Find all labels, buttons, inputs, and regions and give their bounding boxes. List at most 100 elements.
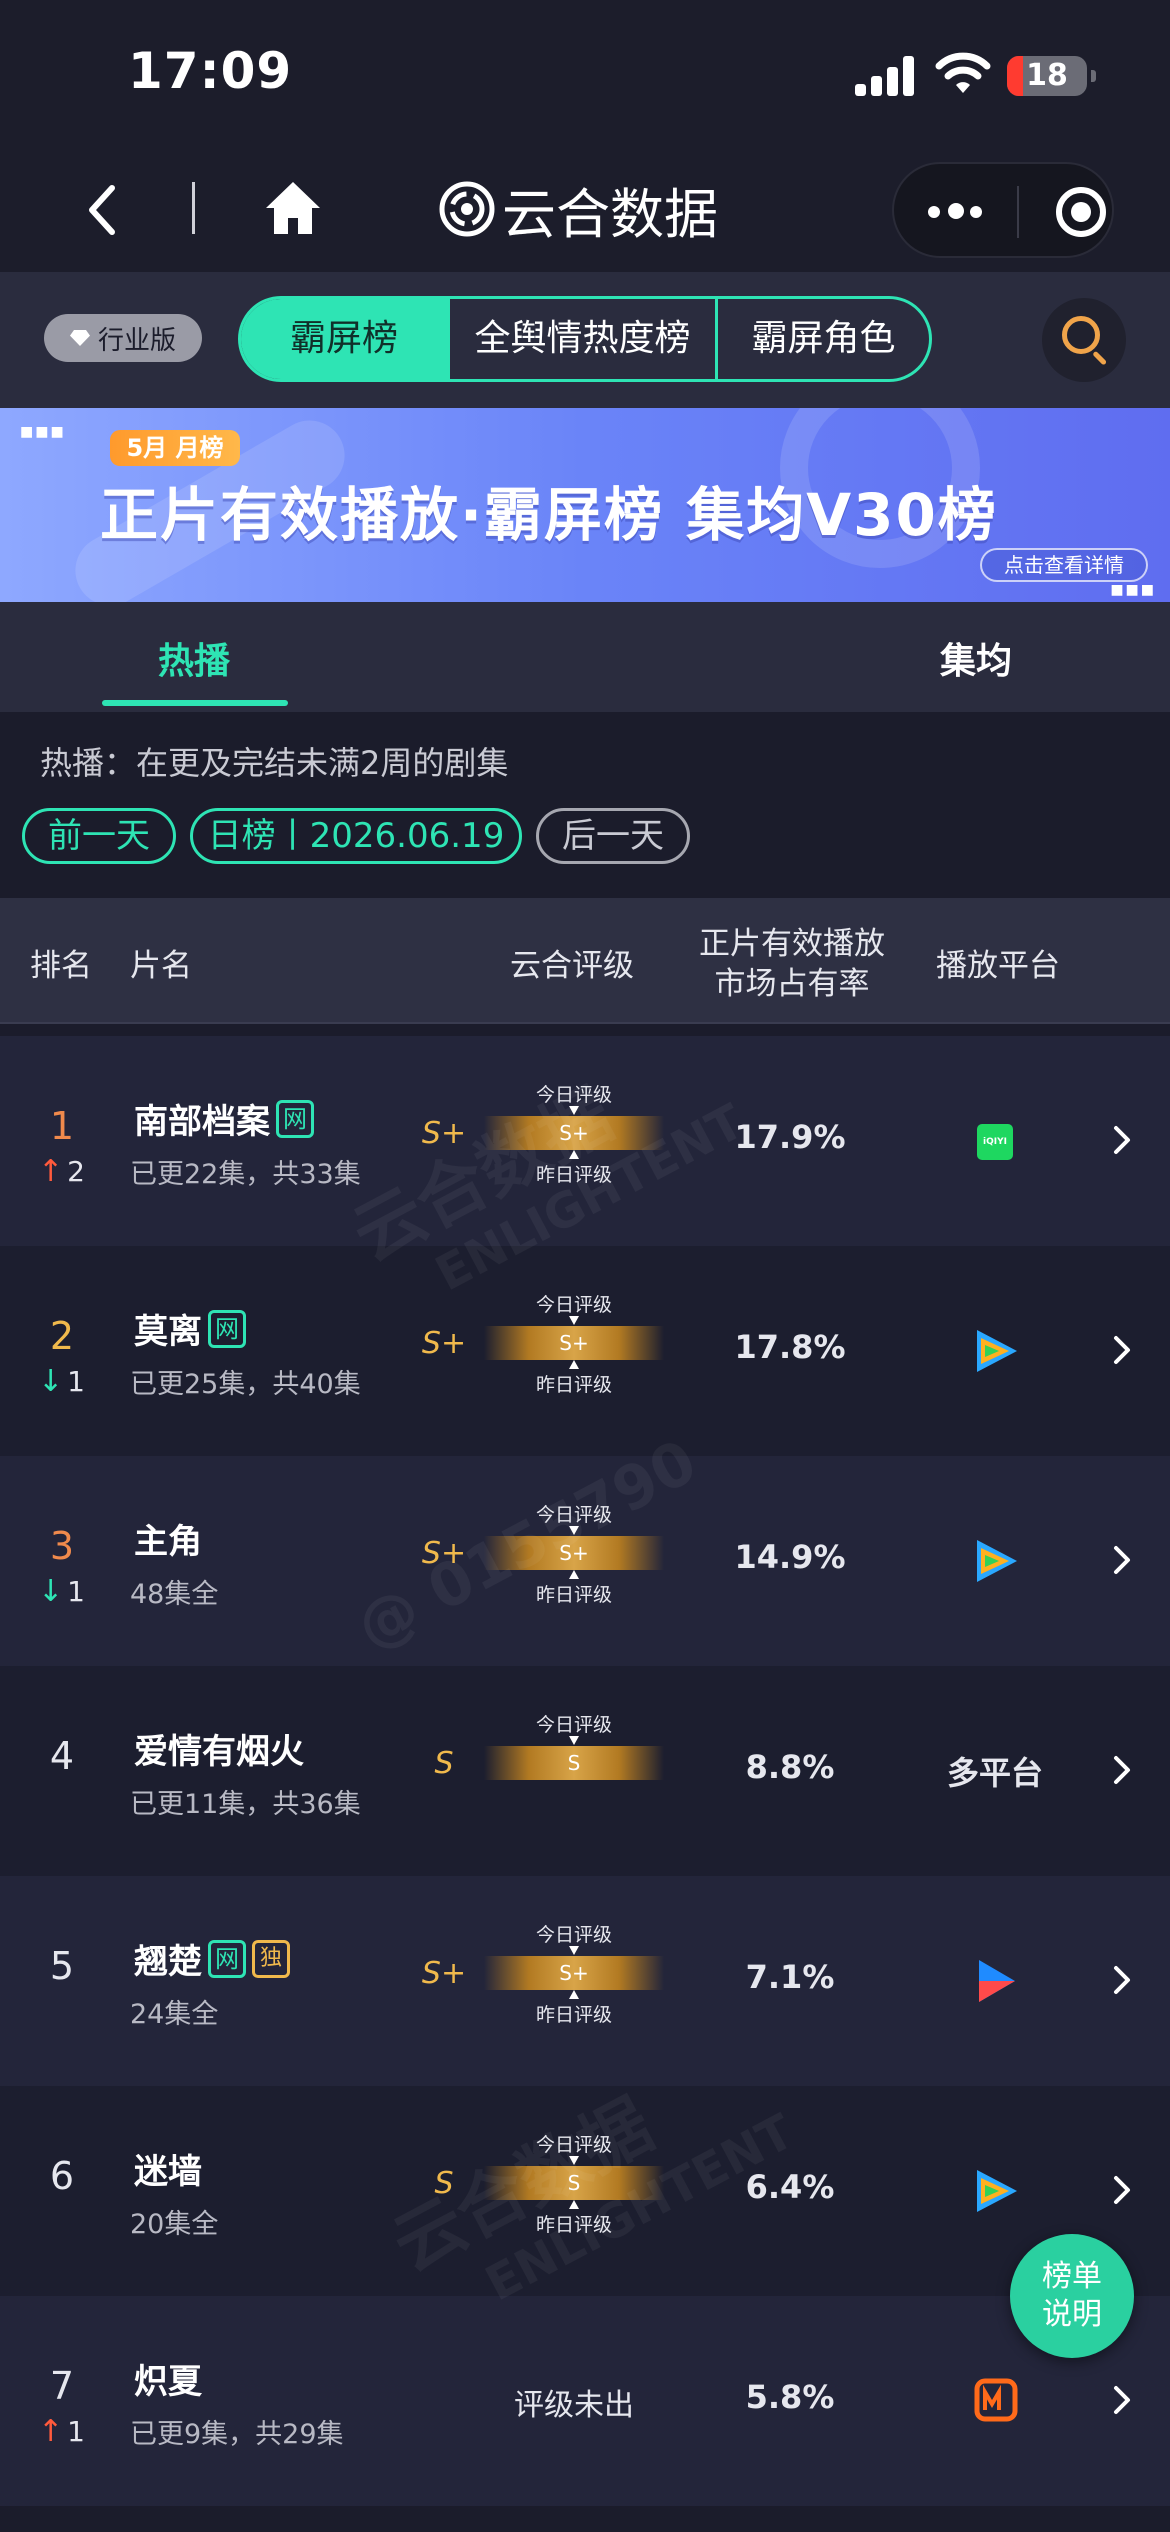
- arrow-up-icon: ↑: [38, 1154, 64, 1189]
- table-row[interactable]: 4 爱情有烟火 已更11集，共36集 S 今日评级 S 8.8% 多平台: [0, 1666, 1170, 1876]
- market-share: 8.8%: [745, 1748, 835, 1786]
- active-tab-indicator: [102, 700, 288, 706]
- grade-bar-value: S: [567, 2171, 581, 2195]
- today-grade-label: 今日评级: [535, 1504, 612, 1526]
- rank-number: 6: [49, 2154, 75, 2198]
- chevron-right-icon[interactable]: [1108, 1328, 1136, 1372]
- table-row[interactable]: 1 ↑ 2 南部档案网已更22集，共33集 S+ 今日评级 S+ 昨日评级 17.9% i…: [0, 1036, 1170, 1246]
- grade-bar-value: S+: [559, 1541, 589, 1565]
- platform-logo: [955, 1526, 1035, 1596]
- header-name: 片名: [130, 948, 192, 984]
- header-grade: 云合评级: [510, 948, 634, 984]
- drama-title: 主角: [134, 1514, 202, 1563]
- yunhe-logo-icon: [439, 181, 495, 237]
- drama-title: 南部档案网: [134, 1094, 314, 1143]
- tencent-video-icon: [977, 2170, 1017, 2212]
- table-row[interactable]: 2 ↓ 1 莫离网已更25集，共40集 S+ 今日评级 S+ 昨日评级 17.8%: [0, 1246, 1170, 1456]
- market-share: 5.8%: [745, 2378, 835, 2416]
- chevron-right-icon[interactable]: [1108, 1748, 1136, 1792]
- sub-tabs: 热播 集均: [0, 602, 1170, 712]
- arrow-up-icon: ↑: [38, 2414, 64, 2449]
- grade-value: S+: [421, 1536, 467, 1571]
- rank-change-value: 2: [67, 1155, 85, 1188]
- rank-change: ↓ 1: [38, 1364, 85, 1399]
- drama-title: 迷墙: [134, 2144, 202, 2193]
- rank-change: ↑ 1: [38, 2414, 85, 2449]
- edition-label: 行业版: [97, 325, 176, 356]
- platform-logo: [955, 2156, 1035, 2226]
- grade-bar: 今日评级 S+ 昨日评级: [484, 1500, 664, 1620]
- tab-episode-average[interactable]: 集均: [940, 632, 1012, 684]
- nav-divider: [192, 182, 195, 234]
- exclusive-badge: 独: [252, 1939, 290, 1978]
- filter-bar: 行业版 霸屏榜 全舆情热度榜 霸屏角色: [0, 272, 1170, 408]
- grade-bar: 今日评级 S+ 昨日评级: [484, 1920, 664, 2040]
- platform-logo: iQIYI: [955, 1106, 1035, 1176]
- promo-banner[interactable]: ■■■ 5月 月榜 正片有效播放·霸屏榜 集均V30榜 点击查看详情 ■■■: [0, 408, 1170, 602]
- rank-change-value: 1: [67, 1365, 85, 1398]
- tencent-video-icon: [977, 1330, 1017, 1372]
- chevron-right-icon[interactable]: [1108, 1538, 1136, 1582]
- today-grade-label: 今日评级: [535, 1084, 612, 1106]
- industry-edition-badge[interactable]: 行业版: [44, 314, 202, 362]
- chevron-right-icon[interactable]: [1108, 1118, 1136, 1162]
- ranking-type-tabs: 霸屏榜 全舆情热度榜 霸屏角色: [238, 296, 932, 382]
- tab-dominate-role[interactable]: 霸屏角色: [715, 299, 929, 379]
- close-miniprogram-icon[interactable]: [1056, 187, 1106, 237]
- tab-dominate-screen[interactable]: 霸屏榜: [241, 299, 447, 379]
- search-button[interactable]: [1042, 298, 1126, 382]
- table-row[interactable]: 5 翘楚网独 24集全 S+ 今日评级 S+ 昨日评级 7.1%: [0, 1876, 1170, 2086]
- grade-value: S+: [421, 1326, 467, 1361]
- drama-name: 爱情有烟火: [134, 1732, 304, 1772]
- market-share: 7.1%: [745, 1958, 835, 1996]
- today-grade-label: 今日评级: [535, 1714, 612, 1736]
- rank-number: 7: [49, 2364, 75, 2408]
- app-title: 云合数据: [502, 182, 718, 246]
- banner-detail-button[interactable]: 点击查看详情: [980, 548, 1148, 582]
- episode-status: 已更9集，共29集: [130, 2419, 344, 2450]
- drama-name: 主角: [134, 1522, 202, 1562]
- next-day-button[interactable]: 后一天: [536, 808, 690, 864]
- chevron-right-icon[interactable]: [1108, 2378, 1136, 2422]
- iqiyi-icon: iQIYI: [977, 1124, 1013, 1160]
- header-platform: 播放平台: [936, 948, 1060, 984]
- list-explanation-button[interactable]: 榜单 说明: [1010, 2234, 1134, 2358]
- chevron-right-icon[interactable]: [1108, 2168, 1136, 2212]
- prev-day-button[interactable]: 前一天: [22, 808, 176, 864]
- rank-change: ↑ 2: [38, 1154, 85, 1189]
- table-row[interactable]: 3 ↓ 1 主角 48集全 S+ 今日评级 S+ 昨日评级 14.9%: [0, 1456, 1170, 1666]
- platform-logo: [955, 1946, 1035, 2016]
- banner-tag: 5月 月榜: [110, 430, 240, 466]
- date-selector[interactable]: 日榜丨2026.06.19: [190, 808, 522, 864]
- youku-icon: [979, 1960, 1015, 2002]
- banner-title: 正片有效播放·霸屏榜 集均V30榜: [100, 481, 998, 549]
- diamond-icon: [69, 330, 90, 346]
- table-row[interactable]: 7 ↑ 1 炽夏 已更9集，共29集 评级未出 5.8%: [0, 2296, 1170, 2506]
- episode-status: 已更25集，共40集: [130, 1369, 361, 1400]
- fab-line2: 说明: [1042, 2297, 1102, 2332]
- battery-icon: 18: [1007, 56, 1096, 96]
- grade-value: S: [434, 1746, 454, 1781]
- mini-program-capsule: [892, 162, 1114, 258]
- tencent-video-icon: [977, 1540, 1017, 1582]
- drama-name: 迷墙: [134, 2152, 202, 2192]
- market-share: 6.4%: [745, 2168, 835, 2206]
- drama-name: 莫离: [134, 1312, 202, 1352]
- rank-number: 4: [49, 1734, 75, 1778]
- tab-public-opinion[interactable]: 全舆情热度榜: [447, 299, 715, 379]
- episode-status: 已更11集，共36集: [130, 1789, 361, 1820]
- yesterday-grade-label: 昨日评级: [535, 2004, 612, 2026]
- more-icon[interactable]: [928, 202, 988, 222]
- chevron-right-icon[interactable]: [1108, 1958, 1136, 2002]
- market-share: 17.9%: [734, 1118, 846, 1156]
- rank-number: 5: [49, 1944, 75, 1988]
- tab-hot[interactable]: 热播: [158, 632, 230, 684]
- platform-label: 多平台: [946, 1754, 1043, 1792]
- back-icon[interactable]: [78, 180, 128, 240]
- home-icon[interactable]: [262, 178, 324, 240]
- grade-value: S+: [421, 1116, 467, 1151]
- table-row[interactable]: 6 迷墙 20集全 S 今日评级 S 昨日评级 6.4%: [0, 2086, 1170, 2296]
- fab-line1: 榜单: [1042, 2259, 1102, 2294]
- drama-name: 翘楚: [134, 1942, 202, 1982]
- today-grade-label: 今日评级: [535, 1294, 612, 1316]
